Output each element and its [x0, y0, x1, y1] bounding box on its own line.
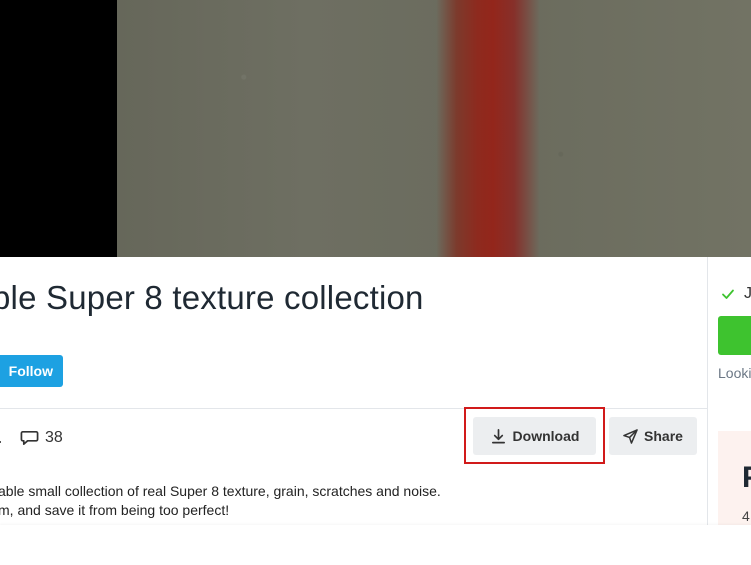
- sidebar-card-heading: P: [742, 461, 751, 495]
- sidebar-check-text: J: [744, 285, 751, 302]
- post-title: ble Super 8 texture collection: [0, 279, 424, 316]
- sidebar-divider: [707, 257, 708, 527]
- page-bottom-area: [0, 525, 751, 565]
- sidebar-green-button[interactable]: [718, 316, 751, 355]
- share-button[interactable]: Share: [609, 417, 697, 455]
- description-line-2: m, and save it from being too perfect!: [0, 502, 230, 518]
- sidebar-card-number: 4: [742, 508, 750, 524]
- check-icon: [722, 289, 734, 299]
- like-icon[interactable]: [0, 430, 3, 444]
- hero-red-stripe: [436, 0, 540, 257]
- download-icon: [491, 428, 505, 443]
- follow-button[interactable]: Follow: [0, 355, 63, 387]
- comment-count: 38: [45, 428, 63, 446]
- share-icon: [623, 428, 638, 444]
- share-label: Share: [644, 428, 683, 444]
- hero-film-texture: [117, 0, 751, 257]
- hero-black-bar: [0, 0, 117, 257]
- hero-image: [0, 0, 751, 257]
- download-label: Download: [512, 428, 580, 444]
- sidebar-looking-text: Looki: [718, 365, 751, 381]
- description-line-1: able small collection of real Super 8 te…: [0, 483, 441, 499]
- post-description: able small collection of real Super 8 te…: [0, 482, 441, 520]
- comments-link[interactable]: 38: [20, 428, 63, 447]
- download-button[interactable]: Download: [473, 417, 596, 455]
- comment-icon: [20, 430, 39, 446]
